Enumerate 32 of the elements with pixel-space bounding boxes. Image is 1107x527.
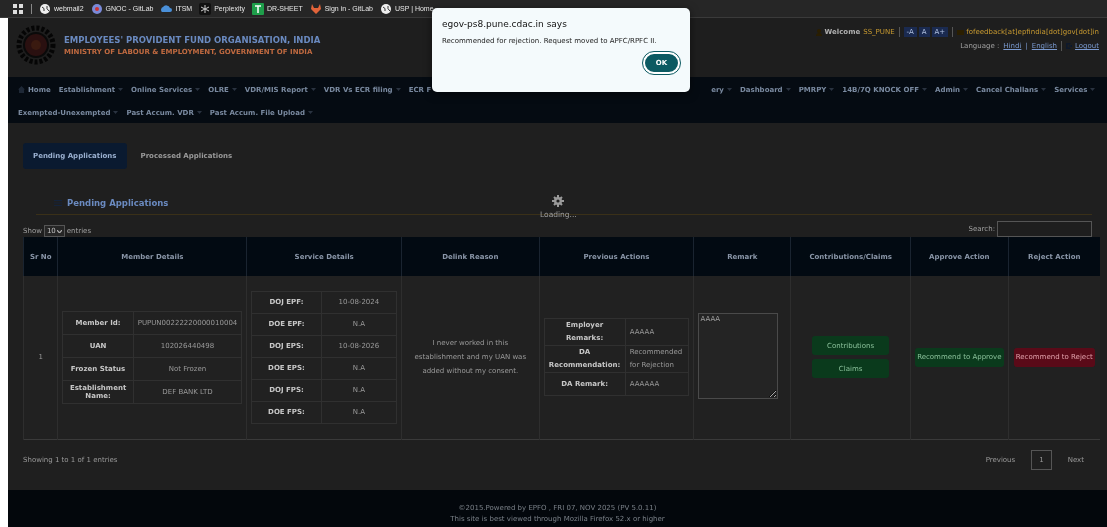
menu-icon	[54, 200, 62, 206]
apps-icon	[12, 2, 24, 15]
gear-icon	[552, 195, 565, 207]
caret-icon	[726, 88, 732, 91]
caret-icon	[963, 88, 969, 91]
caret-icon	[118, 88, 124, 91]
organisation-name: EMPLOYEES' PROVIDENT FUND ORGANISATION, INDIA	[64, 34, 321, 45]
cloud-icon	[160, 2, 173, 15]
chevron-icon	[56, 229, 62, 233]
asterisk-icon	[199, 2, 212, 15]
caret-icon	[921, 88, 927, 91]
caret-icon	[395, 88, 401, 91]
apps-button[interactable]	[12, 2, 24, 15]
caret-icon	[829, 88, 835, 91]
section-title: Pending Applications	[67, 198, 169, 208]
caret-icon	[195, 88, 201, 91]
emblem-icon	[90, 2, 103, 15]
home-icon	[18, 86, 25, 93]
emblem-logo-icon	[16, 25, 56, 65]
caret-icon	[231, 88, 237, 91]
sheet-icon	[251, 2, 264, 15]
caret-icon	[196, 111, 202, 114]
fox-icon	[309, 2, 322, 15]
caret-icon	[113, 111, 119, 114]
search-field[interactable]	[997, 221, 1092, 237]
caret-icon	[310, 88, 316, 91]
caret-icon	[1090, 88, 1096, 91]
caret-icon	[785, 88, 791, 91]
dialog-title: egov-ps8.pune.cdac.in says	[442, 19, 568, 29]
user-icon	[815, 28, 822, 36]
caret-icon	[307, 111, 313, 114]
caret-icon	[1041, 88, 1047, 91]
